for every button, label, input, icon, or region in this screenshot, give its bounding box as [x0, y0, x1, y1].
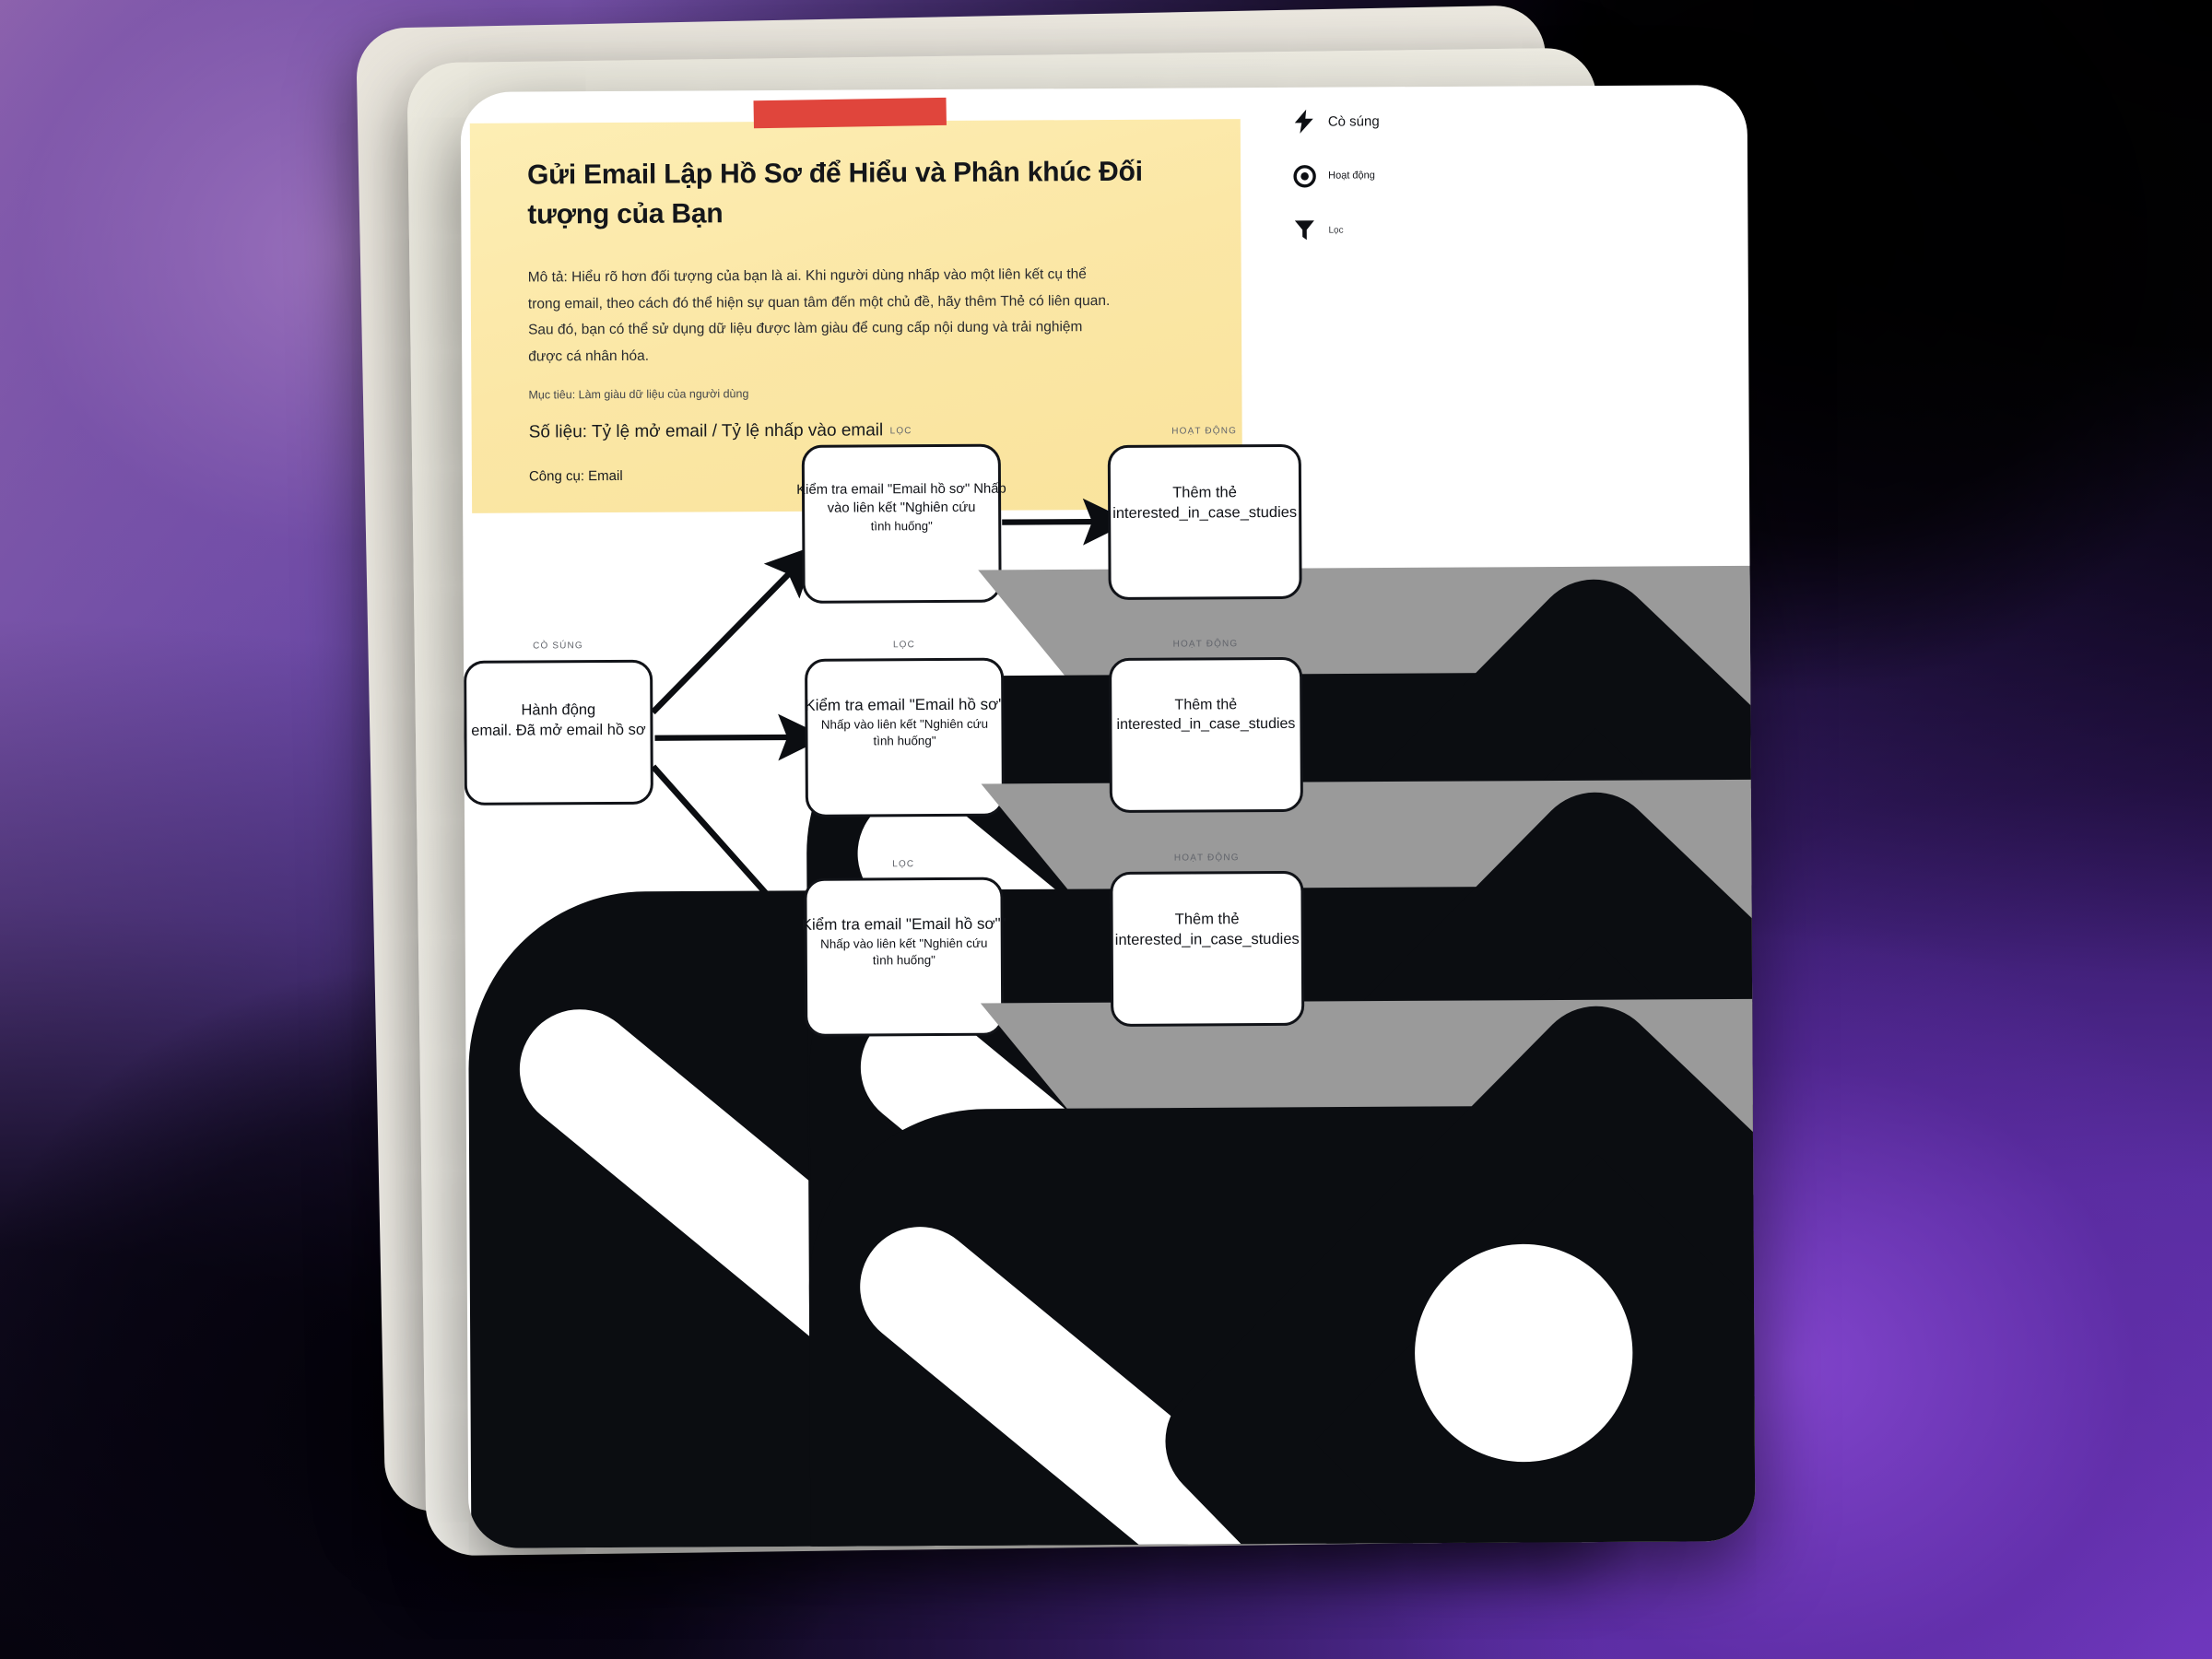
- flow-node-filter-3-caption: LỌC: [892, 859, 915, 870]
- flow-node-filter-2[interactable]: LỌC Kiểm tra email "Email hồ sơ" Nhấp và…: [805, 640, 1756, 1548]
- flow-node-action-1[interactable]: HOẠT ĐỘNG Thêm thẻ interested_in_case_st…: [1107, 426, 1756, 1548]
- flow-node-action-2[interactable]: HOẠT ĐỘNG Thêm thẻ interested_in_case_st…: [1109, 639, 1756, 1548]
- flow-node-trigger-caption: CÒ SÚNG: [533, 641, 583, 652]
- flow-node-action-2-caption: HOẠT ĐỘNG: [1172, 639, 1239, 650]
- flow-node-filter-1[interactable]: LỌC Kiểm tra email "Email hồ sơ" Nhấp và…: [796, 426, 1756, 1548]
- flow-node-filter-2-caption: LỌC: [892, 640, 915, 651]
- flow-node-filter-1-caption: LỌC: [889, 426, 912, 437]
- screenshot-stage: Gửi Email Lập Hồ Sơ để Hiểu và Phân khúc…: [0, 0, 2212, 1659]
- flow-node-action-3[interactable]: HOẠT ĐỘNG Thêm thẻ interested_in_case_st…: [1110, 853, 1756, 1548]
- flow-diagram: CÒ SÚNG Hành động email. Đã mở email hồ …: [461, 85, 1756, 1548]
- flow-node-filter-3[interactable]: LỌC Kiểm tra email "Email hồ sơ"" Nhấp v…: [802, 859, 1756, 1548]
- flow-node-action-1-caption: HOẠT ĐỘNG: [1171, 426, 1238, 437]
- playbook-card: Gửi Email Lập Hồ Sơ để Hiểu và Phân khúc…: [460, 85, 1756, 1548]
- flow-node-trigger[interactable]: CÒ SÚNG Hành động email. Đã mở email hồ …: [464, 641, 1756, 1548]
- flow-node-action-3-caption: HOẠT ĐỘNG: [1173, 853, 1240, 864]
